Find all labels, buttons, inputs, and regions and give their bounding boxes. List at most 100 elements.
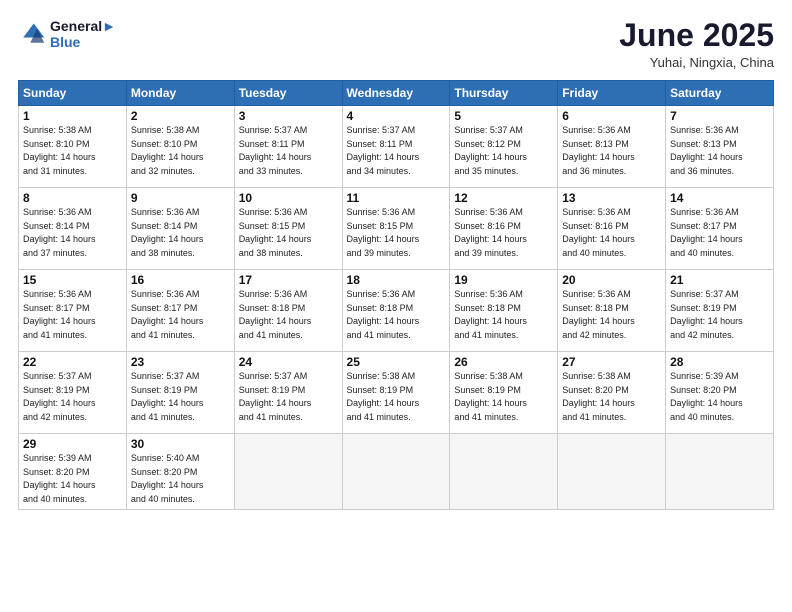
calendar: Sunday Monday Tuesday Wednesday Thursday…: [18, 80, 774, 510]
day-info: Sunrise: 5:36 AMSunset: 8:13 PMDaylight:…: [670, 124, 769, 178]
day-number: 30: [131, 437, 230, 451]
table-row: 1Sunrise: 5:38 AMSunset: 8:10 PMDaylight…: [19, 106, 127, 188]
table-row: 11Sunrise: 5:36 AMSunset: 8:15 PMDayligh…: [342, 188, 450, 270]
day-number: 16: [131, 273, 230, 287]
day-number: 24: [239, 355, 338, 369]
table-row: 12Sunrise: 5:36 AMSunset: 8:16 PMDayligh…: [450, 188, 558, 270]
day-number: 5: [454, 109, 553, 123]
col-monday: Monday: [126, 81, 234, 106]
table-row: 14Sunrise: 5:36 AMSunset: 8:17 PMDayligh…: [666, 188, 774, 270]
table-row: 6Sunrise: 5:36 AMSunset: 8:13 PMDaylight…: [558, 106, 666, 188]
title-area: June 2025 Yuhai, Ningxia, China: [619, 18, 774, 70]
day-info: Sunrise: 5:36 AMSunset: 8:17 PMDaylight:…: [131, 288, 230, 342]
day-info: Sunrise: 5:36 AMSunset: 8:14 PMDaylight:…: [131, 206, 230, 260]
day-info: Sunrise: 5:40 AMSunset: 8:20 PMDaylight:…: [131, 452, 230, 506]
day-info: Sunrise: 5:39 AMSunset: 8:20 PMDaylight:…: [670, 370, 769, 424]
logo: General► Blue: [18, 18, 116, 50]
day-info: Sunrise: 5:39 AMSunset: 8:20 PMDaylight:…: [23, 452, 122, 506]
day-number: 21: [670, 273, 769, 287]
day-info: Sunrise: 5:36 AMSunset: 8:13 PMDaylight:…: [562, 124, 661, 178]
table-row: 18Sunrise: 5:36 AMSunset: 8:18 PMDayligh…: [342, 270, 450, 352]
day-info: Sunrise: 5:38 AMSunset: 8:19 PMDaylight:…: [454, 370, 553, 424]
table-row: 22Sunrise: 5:37 AMSunset: 8:19 PMDayligh…: [19, 352, 127, 434]
table-row: [342, 434, 450, 510]
day-number: 11: [347, 191, 446, 205]
month-title: June 2025: [619, 18, 774, 53]
day-info: Sunrise: 5:36 AMSunset: 8:18 PMDaylight:…: [239, 288, 338, 342]
day-info: Sunrise: 5:36 AMSunset: 8:18 PMDaylight:…: [454, 288, 553, 342]
day-info: Sunrise: 5:37 AMSunset: 8:12 PMDaylight:…: [454, 124, 553, 178]
day-number: 2: [131, 109, 230, 123]
table-row: 21Sunrise: 5:37 AMSunset: 8:19 PMDayligh…: [666, 270, 774, 352]
day-info: Sunrise: 5:36 AMSunset: 8:18 PMDaylight:…: [562, 288, 661, 342]
day-number: 20: [562, 273, 661, 287]
day-number: 7: [670, 109, 769, 123]
table-row: 29Sunrise: 5:39 AMSunset: 8:20 PMDayligh…: [19, 434, 127, 510]
table-row: 26Sunrise: 5:38 AMSunset: 8:19 PMDayligh…: [450, 352, 558, 434]
header: General► Blue June 2025 Yuhai, Ningxia, …: [18, 18, 774, 70]
table-row: [666, 434, 774, 510]
table-row: 15Sunrise: 5:36 AMSunset: 8:17 PMDayligh…: [19, 270, 127, 352]
col-sunday: Sunday: [19, 81, 127, 106]
day-info: Sunrise: 5:36 AMSunset: 8:17 PMDaylight:…: [670, 206, 769, 260]
day-number: 1: [23, 109, 122, 123]
logo-icon: [18, 20, 46, 48]
day-number: 29: [23, 437, 122, 451]
day-info: Sunrise: 5:37 AMSunset: 8:11 PMDaylight:…: [239, 124, 338, 178]
day-number: 26: [454, 355, 553, 369]
day-number: 9: [131, 191, 230, 205]
table-row: 2Sunrise: 5:38 AMSunset: 8:10 PMDaylight…: [126, 106, 234, 188]
table-row: 13Sunrise: 5:36 AMSunset: 8:16 PMDayligh…: [558, 188, 666, 270]
day-number: 18: [347, 273, 446, 287]
day-number: 6: [562, 109, 661, 123]
day-info: Sunrise: 5:36 AMSunset: 8:16 PMDaylight:…: [562, 206, 661, 260]
day-info: Sunrise: 5:36 AMSunset: 8:15 PMDaylight:…: [347, 206, 446, 260]
day-info: Sunrise: 5:36 AMSunset: 8:15 PMDaylight:…: [239, 206, 338, 260]
table-row: 16Sunrise: 5:36 AMSunset: 8:17 PMDayligh…: [126, 270, 234, 352]
day-number: 8: [23, 191, 122, 205]
col-wednesday: Wednesday: [342, 81, 450, 106]
day-info: Sunrise: 5:38 AMSunset: 8:20 PMDaylight:…: [562, 370, 661, 424]
table-row: 30Sunrise: 5:40 AMSunset: 8:20 PMDayligh…: [126, 434, 234, 510]
day-number: 15: [23, 273, 122, 287]
table-row: 25Sunrise: 5:38 AMSunset: 8:19 PMDayligh…: [342, 352, 450, 434]
col-friday: Friday: [558, 81, 666, 106]
day-number: 14: [670, 191, 769, 205]
day-number: 13: [562, 191, 661, 205]
day-number: 28: [670, 355, 769, 369]
table-row: 5Sunrise: 5:37 AMSunset: 8:12 PMDaylight…: [450, 106, 558, 188]
page: General► Blue June 2025 Yuhai, Ningxia, …: [0, 0, 792, 612]
col-saturday: Saturday: [666, 81, 774, 106]
day-number: 19: [454, 273, 553, 287]
table-row: 10Sunrise: 5:36 AMSunset: 8:15 PMDayligh…: [234, 188, 342, 270]
table-row: 7Sunrise: 5:36 AMSunset: 8:13 PMDaylight…: [666, 106, 774, 188]
day-number: 12: [454, 191, 553, 205]
day-info: Sunrise: 5:36 AMSunset: 8:14 PMDaylight:…: [23, 206, 122, 260]
table-row: 20Sunrise: 5:36 AMSunset: 8:18 PMDayligh…: [558, 270, 666, 352]
day-number: 3: [239, 109, 338, 123]
day-info: Sunrise: 5:37 AMSunset: 8:19 PMDaylight:…: [23, 370, 122, 424]
col-tuesday: Tuesday: [234, 81, 342, 106]
day-number: 27: [562, 355, 661, 369]
table-row: 19Sunrise: 5:36 AMSunset: 8:18 PMDayligh…: [450, 270, 558, 352]
day-info: Sunrise: 5:37 AMSunset: 8:11 PMDaylight:…: [347, 124, 446, 178]
logo-text: General► Blue: [50, 18, 116, 50]
table-row: 9Sunrise: 5:36 AMSunset: 8:14 PMDaylight…: [126, 188, 234, 270]
day-info: Sunrise: 5:36 AMSunset: 8:16 PMDaylight:…: [454, 206, 553, 260]
table-row: [450, 434, 558, 510]
day-info: Sunrise: 5:37 AMSunset: 8:19 PMDaylight:…: [670, 288, 769, 342]
table-row: 3Sunrise: 5:37 AMSunset: 8:11 PMDaylight…: [234, 106, 342, 188]
table-row: 24Sunrise: 5:37 AMSunset: 8:19 PMDayligh…: [234, 352, 342, 434]
day-info: Sunrise: 5:36 AMSunset: 8:17 PMDaylight:…: [23, 288, 122, 342]
table-row: 8Sunrise: 5:36 AMSunset: 8:14 PMDaylight…: [19, 188, 127, 270]
table-row: 17Sunrise: 5:36 AMSunset: 8:18 PMDayligh…: [234, 270, 342, 352]
table-row: 4Sunrise: 5:37 AMSunset: 8:11 PMDaylight…: [342, 106, 450, 188]
day-info: Sunrise: 5:38 AMSunset: 8:10 PMDaylight:…: [23, 124, 122, 178]
day-info: Sunrise: 5:37 AMSunset: 8:19 PMDaylight:…: [239, 370, 338, 424]
table-row: 28Sunrise: 5:39 AMSunset: 8:20 PMDayligh…: [666, 352, 774, 434]
calendar-header-row: Sunday Monday Tuesday Wednesday Thursday…: [19, 81, 774, 106]
day-info: Sunrise: 5:38 AMSunset: 8:10 PMDaylight:…: [131, 124, 230, 178]
table-row: [558, 434, 666, 510]
day-number: 23: [131, 355, 230, 369]
table-row: 27Sunrise: 5:38 AMSunset: 8:20 PMDayligh…: [558, 352, 666, 434]
